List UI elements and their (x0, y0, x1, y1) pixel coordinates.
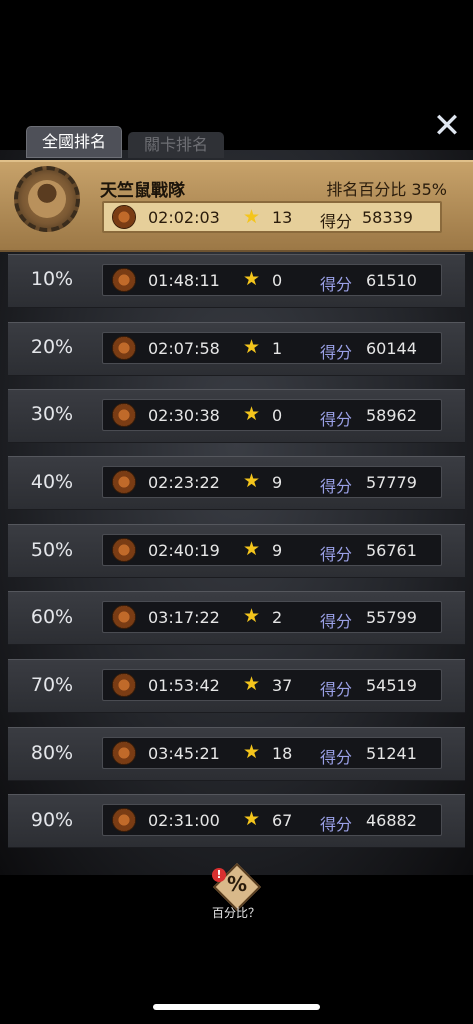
clock-icon (112, 403, 136, 427)
alert-badge-icon: ! (212, 868, 226, 882)
score-label: 得分 (320, 680, 353, 699)
close-icon[interactable]: ✕ (431, 109, 463, 143)
my-time: 02:02:03 (148, 208, 220, 227)
row-percent: 60% (30, 606, 74, 628)
score-label: 得分 (320, 748, 353, 767)
avatar (14, 166, 80, 232)
row-stars: 2 (272, 608, 283, 627)
row-score: 60144 (366, 339, 417, 358)
home-indicator[interactable] (153, 1004, 320, 1010)
percent-icon: % (226, 872, 248, 896)
star-icon: ★ (243, 403, 261, 425)
clock-icon (112, 673, 136, 697)
row-stars: 9 (272, 541, 283, 560)
row-time: 01:53:42 (148, 676, 220, 695)
rank-percentage: 排名百分比 35% (326, 180, 447, 199)
score-label: 得分 (320, 612, 353, 631)
star-icon: ★ (243, 268, 261, 290)
star-icon: ★ (243, 605, 261, 627)
clock-icon (112, 538, 136, 562)
clock-icon (112, 205, 136, 229)
row-percent: 20% (30, 336, 74, 358)
row-percent: 30% (30, 403, 74, 425)
tab-level-ranking[interactable]: 關卡排名 (128, 132, 224, 158)
row-time: 03:45:21 (148, 744, 220, 763)
star-icon: ★ (243, 538, 261, 560)
star-icon: ★ (243, 808, 261, 830)
score-label: 得分 (320, 815, 353, 834)
score-label: 得分 (320, 477, 353, 496)
clock-icon (112, 808, 136, 832)
row-time: 02:07:58 (148, 339, 220, 358)
row-score: 61510 (366, 271, 417, 290)
row-time: 02:31:00 (148, 811, 220, 830)
row-stars: 37 (272, 676, 293, 695)
score-label: 得分 (320, 275, 353, 294)
tab-national-ranking[interactable]: 全國排名 (26, 126, 122, 158)
star-icon: ★ (243, 336, 261, 358)
row-score: 51241 (366, 744, 417, 763)
row-score: 55799 (366, 608, 417, 627)
clock-icon (112, 605, 136, 629)
row-stars: 0 (272, 271, 283, 290)
row-percent: 40% (30, 471, 74, 493)
row-time: 03:17:22 (148, 608, 220, 627)
score-label: 得分 (320, 343, 353, 362)
row-stars: 18 (272, 744, 293, 763)
help-label: 百分比？ (211, 906, 260, 920)
percentage-help-button[interactable]: % ! 百分比？ (200, 862, 272, 924)
star-icon: ★ (243, 470, 261, 492)
clock-icon (112, 470, 136, 494)
star-icon: ★ (243, 741, 261, 763)
row-percent: 10% (30, 268, 74, 290)
score-label: 得分 (320, 212, 353, 231)
row-percent: 80% (30, 742, 74, 764)
clock-icon (112, 741, 136, 765)
my-score: 58339 (362, 208, 413, 227)
row-stars: 0 (272, 406, 283, 425)
row-score: 46882 (366, 811, 417, 830)
row-time: 02:40:19 (148, 541, 220, 560)
row-percent: 70% (30, 674, 74, 696)
row-score: 54519 (366, 676, 417, 695)
row-stars: 67 (272, 811, 293, 830)
player-name: 天竺鼠戰隊 (100, 181, 185, 201)
row-score: 57779 (366, 473, 417, 492)
score-label: 得分 (320, 410, 353, 429)
row-score: 56761 (366, 541, 417, 560)
row-time: 02:23:22 (148, 473, 220, 492)
row-score: 58962 (366, 406, 417, 425)
avatar-silhouette-icon (28, 180, 66, 218)
row-stars: 9 (272, 473, 283, 492)
star-icon: ★ (243, 673, 261, 695)
clock-icon (112, 268, 136, 292)
star-icon: ★ (243, 206, 261, 228)
my-stars: 13 (272, 208, 293, 227)
row-time: 01:48:11 (148, 271, 220, 290)
row-stars: 1 (272, 339, 283, 358)
row-percent: 50% (30, 539, 74, 561)
score-label: 得分 (320, 545, 353, 564)
row-percent: 90% (30, 809, 74, 831)
row-time: 02:30:38 (148, 406, 220, 425)
clock-icon (112, 336, 136, 360)
